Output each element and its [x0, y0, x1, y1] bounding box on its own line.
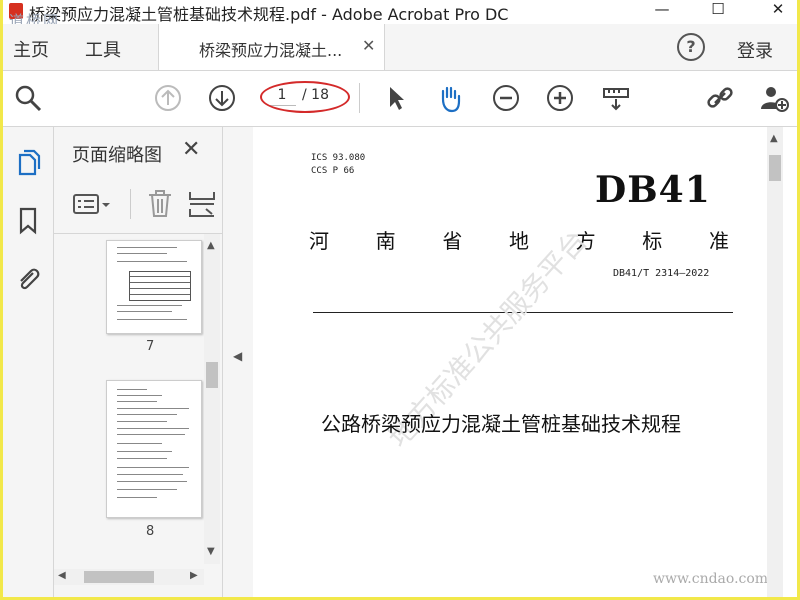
thumb-text-line: [117, 305, 182, 306]
standard-category: 河 南 省 地 方 标 准: [309, 225, 729, 254]
toolbar-divider: [359, 83, 360, 113]
category-char: 河: [309, 229, 329, 253]
acrobat-window: 桥梁预应力混凝土管桩基础技术规程.pdf - Adobe Acrobat Pro…: [3, 0, 797, 597]
tab-document-label: 桥梁预应力混凝土...: [199, 41, 343, 60]
maximize-button[interactable]: ☐: [703, 0, 733, 22]
ics-code: ICS 93.080: [311, 153, 366, 163]
page-number-8: 8: [146, 524, 155, 539]
close-window-button[interactable]: ✕: [763, 0, 793, 22]
collapse-panel-handle[interactable]: ◀: [223, 127, 253, 597]
scroll-thumb[interactable]: [206, 362, 218, 388]
measure-icon[interactable]: [601, 83, 631, 113]
page-down-icon[interactable]: [207, 83, 237, 113]
thumb-text-line: [117, 408, 189, 409]
scroll-thumb[interactable]: [84, 571, 154, 583]
thumb-text-line: [117, 497, 157, 498]
close-panel-icon[interactable]: ✕: [182, 137, 200, 162]
standard-number: DB41/T 2314—2022: [613, 268, 710, 279]
select-arrow-icon[interactable]: [381, 83, 411, 113]
attachment-icon[interactable]: [13, 263, 43, 293]
help-icon[interactable]: ?: [677, 33, 705, 61]
login-button[interactable]: 登录: [737, 37, 773, 63]
category-char: 准: [708, 229, 729, 253]
category-char: 南: [375, 229, 396, 253]
thumb-text-line: [117, 253, 167, 254]
thumb-text-line: [117, 247, 177, 248]
tab-home[interactable]: 主页: [13, 36, 49, 62]
scroll-down-arrow[interactable]: ▼: [207, 546, 215, 557]
navigation-rail: [3, 127, 54, 597]
thumb-text-line: [117, 414, 177, 415]
thumbnail-horizontal-scrollbar[interactable]: ◀ ▶: [54, 569, 204, 585]
thumb-text-line: [117, 319, 187, 320]
red-highlight-ellipse: [260, 81, 350, 113]
tab-document[interactable]: 桥梁预应力混凝土... ✕: [158, 24, 385, 70]
thumb-text-line: [117, 474, 183, 475]
page-thumbnail-8[interactable]: [106, 380, 202, 518]
scroll-left-arrow[interactable]: ◀: [58, 570, 66, 581]
title-bar: 桥梁预应力混凝土管桩基础技术规程.pdf - Adobe Acrobat Pro…: [3, 0, 797, 30]
thumb-text-line: [117, 401, 157, 402]
hand-icon[interactable]: [435, 83, 465, 113]
tab-tools[interactable]: 工具: [85, 36, 121, 62]
main-toolbar: 1 / 18: [3, 71, 797, 127]
panel-toolbar-divider: [130, 189, 131, 219]
thumb-text-line: [117, 389, 147, 390]
bookmark-icon[interactable]: [13, 205, 43, 235]
insert-page-icon[interactable]: [188, 189, 216, 219]
document-vertical-scrollbar[interactable]: ▲: [767, 127, 783, 597]
collapse-arrow-icon[interactable]: ◀: [233, 349, 242, 363]
thumbnails-panel: 页面缩略图 ✕ 7 8 ▲ ▼ ◀ ▶: [54, 127, 223, 597]
thumb-text-line: [117, 489, 177, 490]
document-page: ICS 93.080 CCS P 66 DB41 河 南 省 地 方 标 准 D…: [253, 127, 779, 597]
thumb-text-line: [117, 261, 187, 262]
page-navigator: 1 / 18: [260, 81, 350, 113]
thumb-text-line: [117, 458, 167, 459]
minimize-button[interactable]: —: [647, 0, 677, 22]
category-char: 省: [442, 229, 463, 253]
add-user-icon[interactable]: [759, 83, 789, 113]
thumb-text-line: [117, 421, 167, 422]
scroll-up-arrow[interactable]: ▲: [207, 240, 215, 251]
category-char: 地: [508, 229, 529, 253]
thumbnail-vertical-scrollbar[interactable]: ▲ ▼: [204, 234, 220, 564]
zoom-in-icon[interactable]: [545, 83, 575, 113]
thumb-table: [129, 271, 191, 301]
scroll-right-arrow[interactable]: ▶: [190, 570, 198, 581]
window-title: 桥梁预应力混凝土管桩基础技术规程.pdf - Adobe Acrobat Pro…: [29, 5, 509, 24]
doc-scroll-up-arrow[interactable]: ▲: [770, 133, 778, 144]
thumb-text-line: [117, 428, 189, 429]
delete-page-icon[interactable]: [146, 189, 174, 219]
search-icon[interactable]: [13, 83, 43, 113]
db41-logo: DB41: [595, 169, 711, 211]
thumb-text-line: [117, 481, 187, 482]
thumbnail-options-icon[interactable]: [72, 191, 112, 219]
thumb-text-line: [117, 311, 172, 312]
share-link-icon[interactable]: [705, 83, 735, 113]
thumb-text-line: [117, 467, 189, 468]
ccs-code: CCS P 66: [311, 166, 355, 176]
page-number-7: 7: [146, 339, 155, 354]
page-up-icon[interactable]: [153, 83, 183, 113]
thumb-text-line: [117, 451, 172, 452]
tab-bar: 主页 工具 桥梁预应力混凝土... ✕ ? 登录: [3, 24, 797, 71]
document-title: 公路桥梁预应力混凝土管桩基础技术规程: [321, 412, 681, 436]
thumb-text-line: [117, 434, 185, 435]
thumb-text-line: [117, 395, 162, 396]
doc-scroll-thumb[interactable]: [769, 155, 781, 181]
site-watermark: www.cndao.com: [653, 571, 769, 587]
thumbnail-list: 7 8: [54, 234, 204, 564]
panel-title: 页面缩略图: [72, 145, 162, 166]
zoom-out-icon[interactable]: [491, 83, 521, 113]
page-thumbnails-icon[interactable]: [13, 147, 43, 177]
page-thumbnail-7[interactable]: [106, 240, 202, 334]
close-tab-icon[interactable]: ✕: [362, 36, 375, 55]
category-char: 标: [642, 229, 663, 253]
panel-toolbar: [54, 177, 222, 234]
thumb-text-line: [117, 443, 162, 444]
